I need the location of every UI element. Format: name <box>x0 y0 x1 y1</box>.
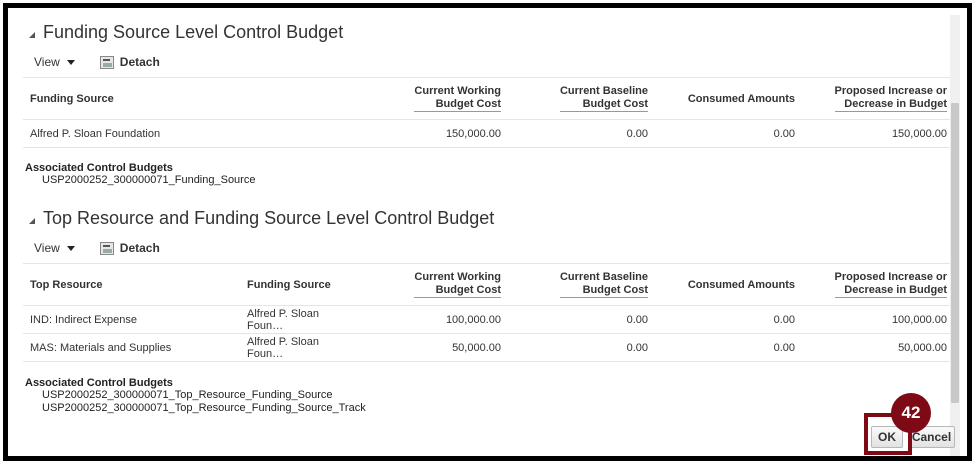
col-header-consumed[interactable]: Consumed Amounts <box>655 77 802 120</box>
dialog-frame: Funding Source Level Control Budget View… <box>3 3 972 461</box>
cell-consumed: 0.00 <box>655 333 802 362</box>
view-label: View <box>34 55 60 69</box>
detach-button[interactable]: Detach <box>99 241 160 255</box>
detach-label: Detach <box>119 55 160 69</box>
table-header-row: Top Resource Funding Source Current Work… <box>23 263 954 306</box>
section-top-resource-header[interactable]: Top Resource and Funding Source Level Co… <box>29 208 494 229</box>
cell-proposed: 100,000.00 <box>802 305 954 334</box>
cell-working: 50,000.00 <box>354 333 508 362</box>
funding-source-table: Funding Source Current Working Budget Cos… <box>23 77 954 148</box>
associated-control-budgets-1: Associated Control Budgets USP2000252_30… <box>25 162 255 187</box>
col-header-proposed[interactable]: Proposed Increase or Decrease in Budget <box>802 263 954 306</box>
cell-funding-source: Alfred P. Sloan Foun… <box>240 333 354 362</box>
col-header-consumed[interactable]: Consumed Amounts <box>655 263 802 306</box>
cell-proposed: 150,000.00 <box>802 119 954 148</box>
cell-top-resource: IND: Indirect Expense <box>23 305 240 334</box>
section-funding-source-header[interactable]: Funding Source Level Control Budget <box>29 22 343 43</box>
col-header-working-budget[interactable]: Current Working Budget Cost <box>354 77 508 120</box>
cell-baseline: 0.00 <box>508 119 655 148</box>
collapse-triangle-icon[interactable] <box>29 31 35 38</box>
col-header-baseline-budget[interactable]: Current Baseline Budget Cost <box>508 263 655 306</box>
section2-toolbar: View Detach <box>34 241 160 255</box>
assoc-heading: Associated Control Budgets <box>25 162 173 174</box>
col-header-baseline-budget[interactable]: Current Baseline Budget Cost <box>508 77 655 120</box>
cell-funding-source: Alfred P. Sloan Foundation <box>23 119 354 148</box>
cell-consumed: 0.00 <box>655 305 802 334</box>
col-header-top-resource[interactable]: Top Resource <box>23 263 240 306</box>
section-title: Top Resource and Funding Source Level Co… <box>43 208 495 228</box>
cell-working: 100,000.00 <box>354 305 508 334</box>
col-header-funding-source[interactable]: Funding Source <box>240 263 354 306</box>
view-label: View <box>34 241 60 255</box>
step-number-badge: 42 <box>891 393 931 433</box>
cell-baseline: 0.00 <box>508 305 655 334</box>
table-row[interactable]: MAS: Materials and Supplies Alfred P. Sl… <box>23 333 954 362</box>
cell-funding-source: Alfred P. Sloan Foun… <box>240 305 354 334</box>
associated-control-budgets-2: Associated Control Budgets USP2000252_30… <box>25 377 366 415</box>
scrollbar-thumb[interactable] <box>951 103 959 403</box>
assoc-item: USP2000252_300000071_Top_Resource_Fundin… <box>42 402 366 414</box>
section1-toolbar: View Detach <box>34 55 160 69</box>
cell-top-resource: MAS: Materials and Supplies <box>23 333 240 362</box>
collapse-triangle-icon[interactable] <box>29 217 35 224</box>
caret-down-icon <box>66 245 75 251</box>
view-menu-button[interactable]: View <box>34 241 75 255</box>
assoc-item: USP2000252_300000071_Top_Resource_Fundin… <box>42 389 333 401</box>
table-row[interactable]: IND: Indirect Expense Alfred P. Sloan Fo… <box>23 305 954 334</box>
view-menu-button[interactable]: View <box>34 55 75 69</box>
caret-down-icon <box>66 59 75 65</box>
detach-label: Detach <box>119 241 160 255</box>
detach-button[interactable]: Detach <box>99 55 160 69</box>
top-resource-table: Top Resource Funding Source Current Work… <box>23 263 954 362</box>
vertical-scrollbar[interactable] <box>950 15 960 456</box>
table-header-row: Funding Source Current Working Budget Cos… <box>23 77 954 120</box>
assoc-heading: Associated Control Budgets <box>25 377 173 389</box>
col-header-funding-source[interactable]: Funding Source <box>23 77 354 120</box>
cell-working: 150,000.00 <box>354 119 508 148</box>
cell-consumed: 0.00 <box>655 119 802 148</box>
cell-proposed: 50,000.00 <box>802 333 954 362</box>
detach-icon <box>99 55 114 69</box>
section-title: Funding Source Level Control Budget <box>43 22 344 42</box>
assoc-item: USP2000252_300000071_Funding_Source <box>42 174 256 186</box>
cell-baseline: 0.00 <box>508 333 655 362</box>
col-header-proposed[interactable]: Proposed Increase or Decrease in Budget <box>802 77 954 120</box>
col-header-working-budget[interactable]: Current Working Budget Cost <box>354 263 508 306</box>
detach-icon <box>99 241 114 255</box>
table-row[interactable]: Alfred P. Sloan Foundation 150,000.00 0.… <box>23 119 954 148</box>
